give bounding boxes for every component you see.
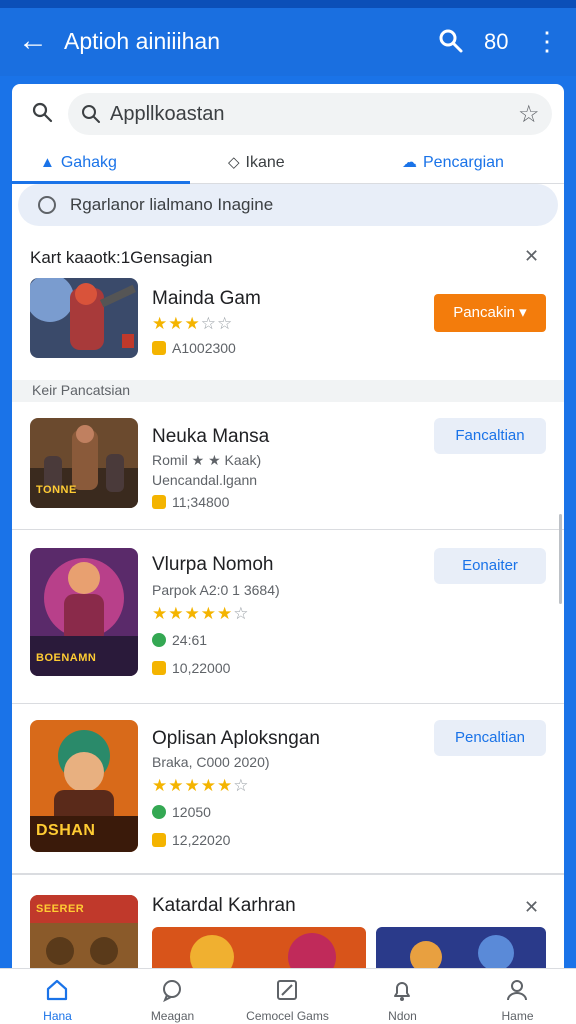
count-badge: 80 — [484, 29, 509, 54]
section-title: Kart kaaotk:1Gensagian — [30, 248, 213, 267]
download-icon — [152, 495, 166, 509]
close-icon[interactable]: ✕ — [524, 246, 539, 267]
filter-label: Rgarlanor lialmano Inagine — [70, 195, 274, 214]
star-icon[interactable]: ☆ — [518, 100, 540, 129]
tab-label: Ikane — [245, 154, 285, 171]
app-thumbnail[interactable]: TONNE — [30, 418, 138, 508]
featured-section: Kart kaaotk:1Gensagian ✕ Mainda Gam ★★★☆… — [12, 234, 564, 380]
app-bar: ← Aptioh ainiiihan 80 ⋮ — [0, 0, 576, 76]
app-meta: A1002300 — [152, 340, 236, 356]
nav-profile[interactable]: Hame — [460, 969, 575, 1024]
back-arrow-icon[interactable]: ← — [18, 24, 52, 58]
app-name[interactable]: Mainda Gam — [152, 288, 261, 310]
download-icon — [152, 661, 166, 675]
app-developer: Uencandal.lgann — [152, 472, 258, 488]
nav-home[interactable]: Hana — [0, 969, 115, 1024]
more-vert-icon[interactable]: ⋮ — [534, 26, 560, 56]
nav-label: Ndon — [388, 1009, 417, 1023]
nav-label: Hana — [43, 1009, 72, 1023]
app-meta: 12,22020 — [152, 832, 230, 848]
nav-label: Hame — [501, 1009, 534, 1023]
list-item[interactable]: TONNE Neuka Mansa Romil ★ ★ Kaak) Uencan… — [12, 402, 564, 530]
tab-pencargian[interactable]: ☁ Pencargian — [402, 144, 504, 184]
search-row: Appllkoastan ☆ — [12, 84, 564, 144]
filter-bar[interactable]: Rgarlanor lialmano Inagine — [18, 184, 558, 226]
thumb-caption: TONNE — [36, 484, 77, 496]
app-name[interactable]: Neuka Mansa — [152, 426, 269, 448]
chat-icon — [163, 980, 181, 1003]
download-icon — [152, 833, 166, 847]
thumb-caption: BOENAMN — [36, 652, 97, 664]
cloud-icon: ☁ — [402, 154, 417, 171]
tab-bar: ▲ Gahakg ◇ Ikane ☁ Pencargian — [12, 144, 564, 184]
page-title: Aptioh ainiiihan — [64, 28, 221, 54]
nav-games[interactable]: Cemocel Gams — [230, 969, 345, 1024]
app-name[interactable]: Oplisan Aploksngan — [152, 728, 320, 750]
tab-gahakg[interactable]: ▲ Gahakg — [40, 144, 117, 184]
tab-ikane[interactable]: ◇ Ikane — [228, 144, 285, 184]
rating-stars: ★★★★★☆ — [152, 604, 250, 623]
install-button[interactable]: Pencaltian — [434, 720, 546, 756]
bottom-nav: Hana Meagan Cemocel Gams Ndon Hame — [0, 968, 576, 1024]
app-thumbnail[interactable] — [30, 278, 138, 358]
close-icon[interactable]: ✕ — [524, 897, 539, 918]
search-placeholder: Appllkoastan — [110, 103, 225, 125]
tab-label: Gahakg — [60, 154, 117, 171]
content-sheet: Appllkoastan ☆ ▲ Gahakg ◇ Ikane ☁ Pencargia… — [12, 84, 564, 1024]
list-item[interactable]: BOENAMN Vlurpa Nomoh Parpok A2:0 1 3684)… — [12, 530, 564, 704]
app-meta: 11;34800 — [152, 494, 229, 510]
nav-label: Cemocel Gams — [246, 1009, 329, 1023]
app-subtitle: Romil ★ ★ Kaak) — [152, 452, 262, 468]
bell-icon — [394, 982, 410, 1001]
app-meta: 10,22000 — [152, 660, 230, 676]
games-icon — [277, 980, 297, 1000]
search-input[interactable]: Appllkoastan ☆ — [68, 93, 552, 135]
thumb-caption: SEERER — [36, 903, 85, 915]
rating-stars: ★★★★★☆ — [152, 776, 250, 795]
list-item[interactable]: DSHAN Oplisan Aploksngan Braka, C000 202… — [12, 704, 564, 874]
app-subtitle: Braka, C000 2020) — [152, 754, 270, 770]
game-art-image — [30, 278, 138, 358]
section-subheader: Keir Pancatsian — [12, 380, 564, 402]
app-reviews: 24:61 — [152, 632, 207, 648]
scrollbar[interactable] — [559, 514, 562, 604]
pin-icon: ▲ — [40, 154, 55, 171]
diamond-icon: ◇ — [228, 154, 240, 171]
tab-label: Pencargian — [423, 154, 504, 171]
install-button[interactable]: Eonaiter — [434, 548, 546, 584]
thumb-caption: DSHAN — [36, 822, 96, 839]
search-icon[interactable] — [436, 26, 466, 56]
profile-icon — [507, 980, 527, 1001]
search-icon — [82, 105, 100, 123]
section-title: Katardal Karhran — [152, 895, 296, 916]
nav-notifications[interactable]: Ndon — [345, 969, 460, 1024]
radio-icon[interactable] — [38, 196, 56, 214]
app-thumbnail[interactable]: DSHAN — [30, 720, 138, 852]
home-icon — [46, 979, 68, 1001]
app-thumbnail[interactable]: BOENAMN — [30, 548, 138, 676]
install-button[interactable]: Pancakin ▾ — [434, 294, 546, 332]
nav-messages[interactable]: Meagan — [115, 969, 230, 1024]
nav-label: Meagan — [150, 1009, 195, 1023]
app-reviews: 12050 — [152, 804, 211, 820]
rating-stars: ★★★☆☆ — [152, 314, 234, 333]
app-subtitle: Parpok A2:0 1 3684) — [152, 582, 280, 598]
star-badge-icon — [152, 805, 166, 819]
diamond-icon — [152, 341, 166, 355]
app-name[interactable]: Vlurpa Nomoh — [152, 554, 273, 576]
status-strip — [0, 0, 576, 8]
star-badge-icon — [152, 633, 166, 647]
search-icon[interactable] — [30, 100, 54, 124]
install-button[interactable]: Fancaltian — [434, 418, 546, 454]
